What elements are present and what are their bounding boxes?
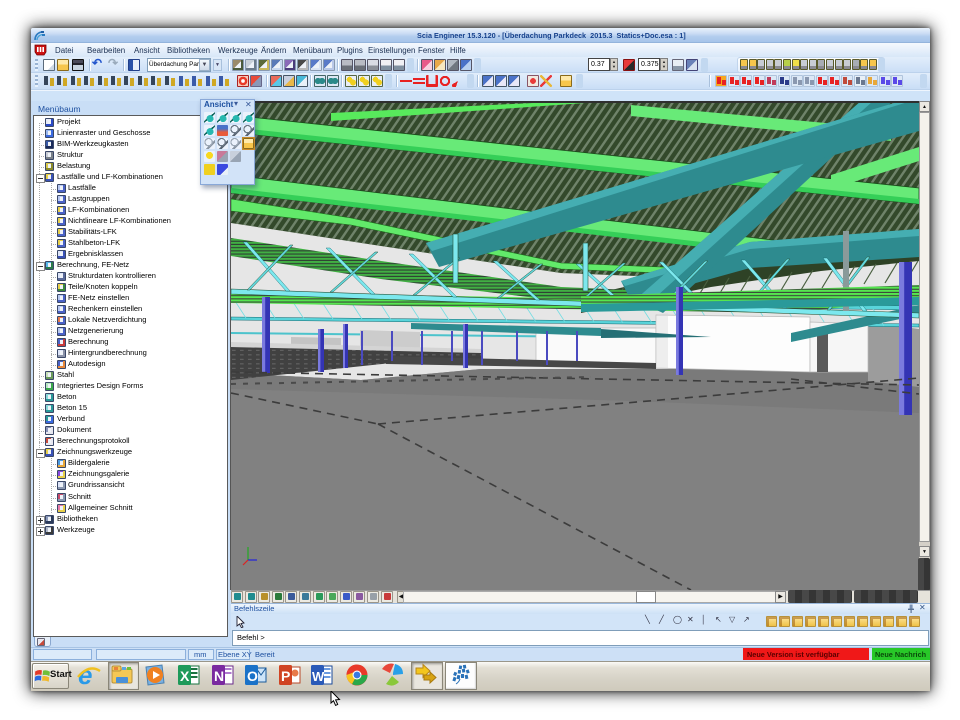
svg-text:O: O	[247, 668, 258, 684]
svg-text:N: N	[214, 668, 224, 684]
svg-text:W: W	[312, 669, 325, 684]
svg-text:X: X	[180, 668, 190, 684]
svg-text:P: P	[281, 668, 290, 684]
